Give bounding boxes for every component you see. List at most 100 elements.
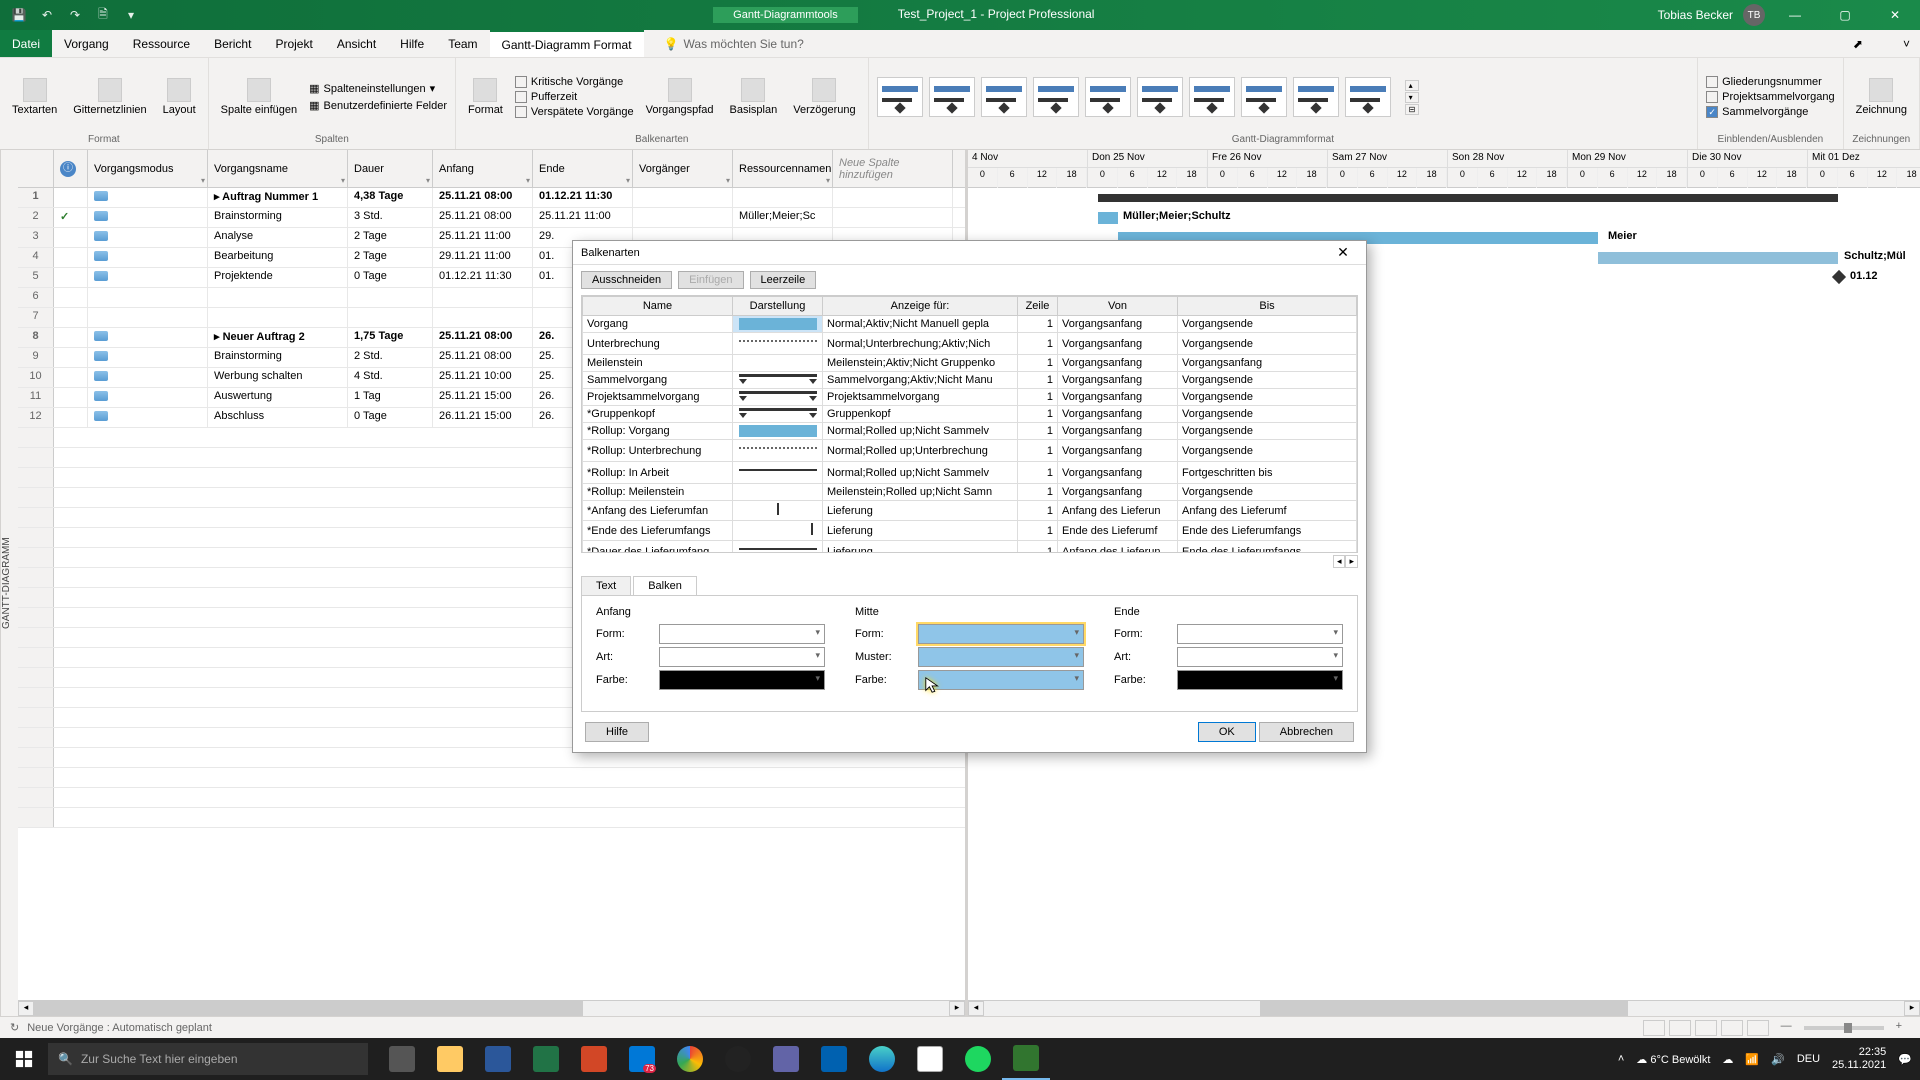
basisplan-button[interactable]: Basisplan [726, 76, 782, 118]
textarten-button[interactable]: Textarten [8, 76, 61, 118]
save-icon[interactable]: 💾 [10, 6, 28, 24]
help-button[interactable]: Hilfe [585, 722, 649, 742]
cut-button[interactable]: Ausschneiden [581, 271, 672, 289]
ribbon-collapse[interactable]: ˅ [1903, 37, 1910, 51]
cancel-button[interactable]: Abbrechen [1259, 722, 1354, 742]
benutzerfelder-button[interactable]: ▦Benutzerdefinierte Felder [309, 98, 447, 113]
taskbar-search[interactable]: 🔍 Zur Suche Text hier eingeben [48, 1043, 368, 1075]
view-gantt-icon[interactable] [1643, 1020, 1665, 1036]
view-resource-icon[interactable] [1721, 1020, 1743, 1036]
gallery-up-icon[interactable]: ▴ [1405, 80, 1420, 91]
tray-volume-icon[interactable]: 🔊 [1771, 1053, 1785, 1066]
redo-icon[interactable]: ↷ [66, 6, 84, 24]
view-team-icon[interactable] [1695, 1020, 1717, 1036]
col-modus[interactable]: Vorgangsmodus▾ [88, 150, 208, 187]
barstyle-row[interactable]: *Ende des LieferumfangsLieferung1Ende de… [583, 521, 1357, 541]
col-info[interactable]: ⓘ [54, 150, 88, 187]
tab-text[interactable]: Text [581, 576, 631, 595]
gitternetz-button[interactable]: Gitternetzlinien [69, 76, 150, 118]
menu-vorgang[interactable]: Vorgang [52, 30, 121, 57]
app-icon-1[interactable] [762, 1038, 810, 1080]
ende-farbe-combo[interactable] [1177, 670, 1343, 690]
excel-icon[interactable] [522, 1038, 570, 1080]
tab-balken[interactable]: Balken [633, 576, 697, 595]
tray-wifi-icon[interactable]: 📶 [1745, 1053, 1759, 1066]
zoom-slider[interactable] [1804, 1026, 1884, 1030]
edge-icon[interactable] [858, 1038, 906, 1080]
barstyle-row[interactable]: *Anfang des LieferumfanLieferung1Anfang … [583, 501, 1357, 521]
anfang-form-combo[interactable] [659, 624, 825, 644]
barstyles-table[interactable]: Name Darstellung Anzeige für: Zeile Von … [581, 295, 1358, 553]
start-button[interactable] [0, 1038, 48, 1080]
task-view-icon[interactable] [378, 1038, 426, 1080]
menu-team[interactable]: Team [436, 30, 489, 57]
barstyle-row[interactable]: MeilensteinMeilenstein;Aktiv;Nicht Grupp… [583, 355, 1357, 372]
status-refresh-icon[interactable]: ↻ [10, 1021, 19, 1034]
barstyle-row[interactable]: *Dauer des LieferumfangLieferung1Anfang … [583, 541, 1357, 553]
project-icon[interactable] [1002, 1038, 1050, 1080]
powerpoint-icon[interactable] [570, 1038, 618, 1080]
table-scroll-left[interactable]: ◂ [1333, 555, 1346, 568]
newdoc-icon[interactable]: 🗎 [94, 6, 112, 24]
col-ressourcen[interactable]: Ressourcennamen▾ [733, 150, 833, 187]
zeichnung-button[interactable]: Zeichnung [1852, 76, 1911, 118]
menu-ansicht[interactable]: Ansicht [325, 30, 388, 57]
barstyle-row[interactable]: *GruppenkopfGruppenkopf1VorgangsanfangVo… [583, 406, 1357, 423]
menu-ressource[interactable]: Ressource [121, 30, 202, 57]
anfang-farbe-combo[interactable] [659, 670, 825, 690]
table-row[interactable]: 1▸ Auftrag Nummer 14,38 Tage25.11.21 08:… [18, 188, 965, 208]
undo-icon[interactable]: ↶ [38, 6, 56, 24]
verspaetet-check[interactable]: Verspätete Vorgänge [515, 105, 634, 119]
dialog-close-button[interactable]: ✕ [1328, 244, 1358, 261]
app-icon-2[interactable] [810, 1038, 858, 1080]
gantt-style-gallery[interactable] [877, 77, 1391, 117]
zoom-in-icon[interactable]: + [1896, 1020, 1902, 1036]
table-row[interactable]: 2✓Brainstorming3 Std.25.11.21 08:0025.11… [18, 208, 965, 228]
gallery-down-icon[interactable]: ▾ [1405, 92, 1420, 103]
tray-expand-icon[interactable]: ˄ [1618, 1053, 1624, 1065]
user-avatar[interactable]: TB [1743, 4, 1765, 26]
barstyle-row[interactable]: *Rollup: UnterbrechungNormal;Rolled up;U… [583, 440, 1357, 462]
word-icon[interactable] [474, 1038, 522, 1080]
menu-projekt[interactable]: Projekt [263, 30, 324, 57]
menu-gantt-format[interactable]: Gantt-Diagramm Format [490, 30, 644, 57]
barstyle-row[interactable]: ProjektsammelvorgangProjektsammelvorgang… [583, 389, 1357, 406]
chrome-icon[interactable] [666, 1038, 714, 1080]
format-dropdown-button[interactable]: Format [464, 76, 507, 118]
zoom-out-icon[interactable]: — [1781, 1020, 1792, 1036]
barstyle-row[interactable]: VorgangNormal;Aktiv;Nicht Manuell gepla1… [583, 316, 1357, 333]
barstyle-row[interactable]: UnterbrechungNormal;Unterbrechung;Aktiv;… [583, 333, 1357, 355]
spalteneinstellungen-button[interactable]: ▦Spalteneinstellungen▾ [309, 81, 447, 96]
col-anfang[interactable]: Anfang▾ [433, 150, 533, 187]
close-button[interactable]: ✕ [1875, 0, 1915, 30]
grid-hscroll[interactable]: ◂▸ [18, 1000, 965, 1016]
view-task-icon[interactable] [1669, 1020, 1691, 1036]
barstyle-row[interactable]: *Rollup: VorgangNormal;Rolled up;Nicht S… [583, 423, 1357, 440]
barstyle-row[interactable]: SammelvorgangSammelvorgang;Aktiv;Nicht M… [583, 372, 1357, 389]
mitte-muster-combo[interactable] [918, 647, 1084, 667]
tray-lang[interactable]: DEU [1797, 1053, 1820, 1065]
qat-more-icon[interactable]: ▾ [122, 6, 140, 24]
ende-form-combo[interactable] [1177, 624, 1343, 644]
tray-clock[interactable]: 22:35 25.11.2021 [1832, 1046, 1886, 1072]
tray-cloud-icon[interactable]: ☁ [1722, 1053, 1733, 1066]
minimize-button[interactable]: — [1775, 0, 1815, 30]
sammelvorg-check[interactable]: ✓Sammelvorgänge [1706, 105, 1835, 119]
gliederung-check[interactable]: Gliederungsnummer [1706, 75, 1835, 89]
gantt-hscroll[interactable]: ◂▸ [968, 1000, 1920, 1016]
edge-legacy-icon[interactable]: 73 [618, 1038, 666, 1080]
tell-me-search[interactable]: 💡 Was möchten Sie tun? [664, 37, 804, 51]
mitte-form-combo[interactable] [918, 624, 1084, 644]
layout-button[interactable]: Layout [159, 76, 200, 118]
ok-button[interactable]: OK [1198, 722, 1256, 742]
gallery-more-icon[interactable]: ⊟ [1405, 104, 1420, 115]
kritische-check[interactable]: Kritische Vorgänge [515, 75, 634, 89]
maximize-button[interactable]: ▢ [1825, 0, 1865, 30]
barstyle-row[interactable]: *Rollup: MeilensteinMeilenstein;Rolled u… [583, 484, 1357, 501]
col-ende[interactable]: Ende▾ [533, 150, 633, 187]
weather-widget[interactable]: ☁ 6°C Bewölkt [1636, 1053, 1710, 1066]
mitte-farbe-combo[interactable] [918, 670, 1084, 690]
verzoegerung-button[interactable]: Verzögerung [789, 76, 859, 118]
menu-hilfe[interactable]: Hilfe [388, 30, 436, 57]
explorer-icon[interactable] [426, 1038, 474, 1080]
